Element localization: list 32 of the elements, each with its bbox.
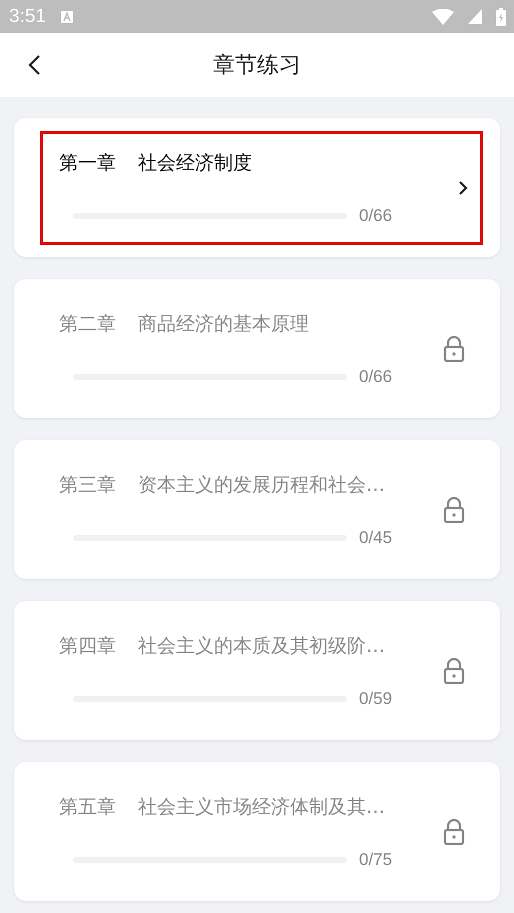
progress-count: 0/75 [359, 850, 392, 870]
chapter-card[interactable]: 第三章 资本主义的发展历程和社会… 0/45 [14, 440, 500, 579]
chapter-number: 第三章 [59, 472, 116, 498]
back-icon [27, 54, 41, 76]
signal-icon [468, 9, 482, 24]
lock-icon [443, 496, 465, 522]
lock-icon [443, 658, 465, 684]
progress-count: 0/59 [359, 688, 392, 708]
chapter-title: 资本主义的发展历程和社会… [138, 472, 385, 498]
chapter-title: 商品经济的基本原理 [138, 312, 309, 336]
page-title: 章节练习 [213, 52, 301, 80]
notification-icon [60, 10, 74, 24]
chevron-right-icon [458, 180, 468, 196]
progress-count: 0/66 [359, 206, 392, 226]
chapter-number: 第五章 [59, 794, 116, 820]
chapter-card[interactable]: 第二章 商品经济的基本原理 0/66 [14, 279, 500, 418]
lock-icon [443, 336, 465, 362]
chapter-card[interactable]: 第五章 社会主义市场经济体制及其… 0/75 [14, 762, 500, 901]
chapter-title: 社会主义的本质及其初级阶… [138, 634, 385, 658]
chapter-title: 社会经济制度 [138, 150, 252, 176]
progress-count: 0/66 [359, 366, 392, 386]
progress-count: 0/45 [359, 528, 392, 548]
status-time: 3:51 [9, 6, 46, 28]
lock-icon [443, 818, 465, 844]
chapter-number: 第四章 [59, 634, 116, 658]
chapter-card[interactable]: 第一章 社会经济制度 0/66 [14, 118, 500, 257]
battery-icon [496, 8, 506, 26]
chapter-number: 第二章 [59, 312, 116, 336]
chapter-card[interactable]: 第四章 社会主义的本质及其初级阶… 0/59 [14, 601, 500, 740]
chapter-number: 第一章 [59, 150, 116, 176]
chapter-title: 社会主义市场经济体制及其… [138, 794, 385, 820]
wifi-icon [432, 8, 454, 24]
